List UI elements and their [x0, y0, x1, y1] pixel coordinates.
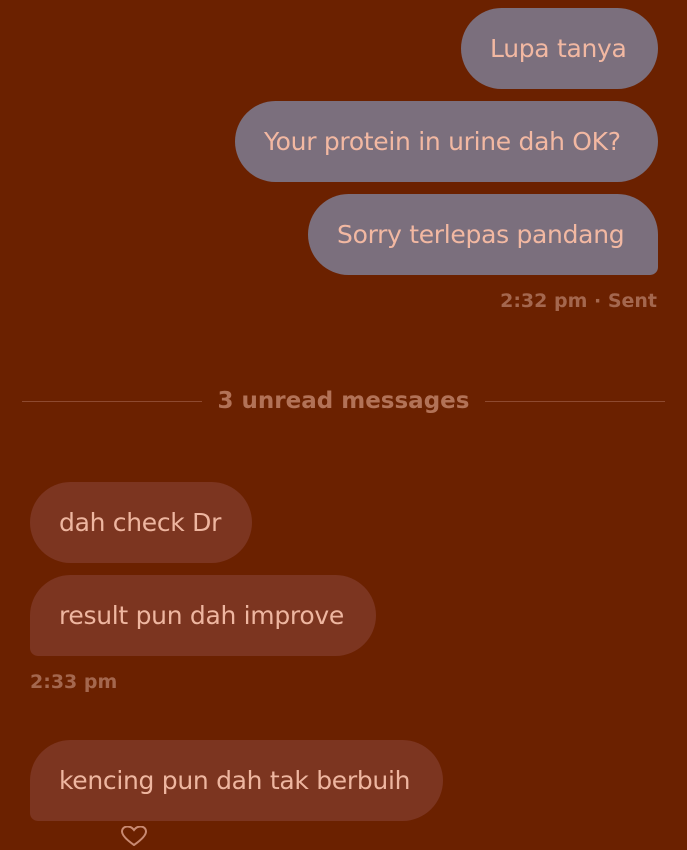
- unread-divider: 3 unread messages: [22, 386, 666, 416]
- received-message[interactable]: dah check Dr: [30, 482, 252, 563]
- message-text: kencing pun dah tak berbuih: [59, 766, 411, 795]
- sent-message[interactable]: Your protein in urine dah OK?: [235, 101, 658, 182]
- message-text: Lupa tanya: [490, 34, 627, 63]
- message-text: Sorry terlepas pandang: [337, 220, 625, 249]
- sent-message[interactable]: Sorry terlepas pandang: [308, 194, 658, 275]
- received-timestamp: 2:33 pm: [30, 671, 118, 693]
- unread-count-label: 3 unread messages: [217, 388, 470, 414]
- sent-message[interactable]: Lupa tanya: [461, 8, 658, 89]
- received-message[interactable]: kencing pun dah tak berbuih: [30, 740, 443, 821]
- message-thread: Lupa tanya Your protein in urine dah OK?…: [0, 0, 687, 847]
- message-text: Your protein in urine dah OK?: [264, 127, 621, 156]
- sent-timestamp: 2:32 pm · Sent: [500, 290, 657, 312]
- received-message[interactable]: result pun dah improve: [30, 575, 376, 656]
- heart-icon[interactable]: [120, 825, 148, 847]
- message-text: result pun dah improve: [59, 601, 344, 630]
- message-text: dah check Dr: [59, 508, 222, 537]
- divider-line: [485, 400, 666, 402]
- divider-line: [22, 400, 202, 402]
